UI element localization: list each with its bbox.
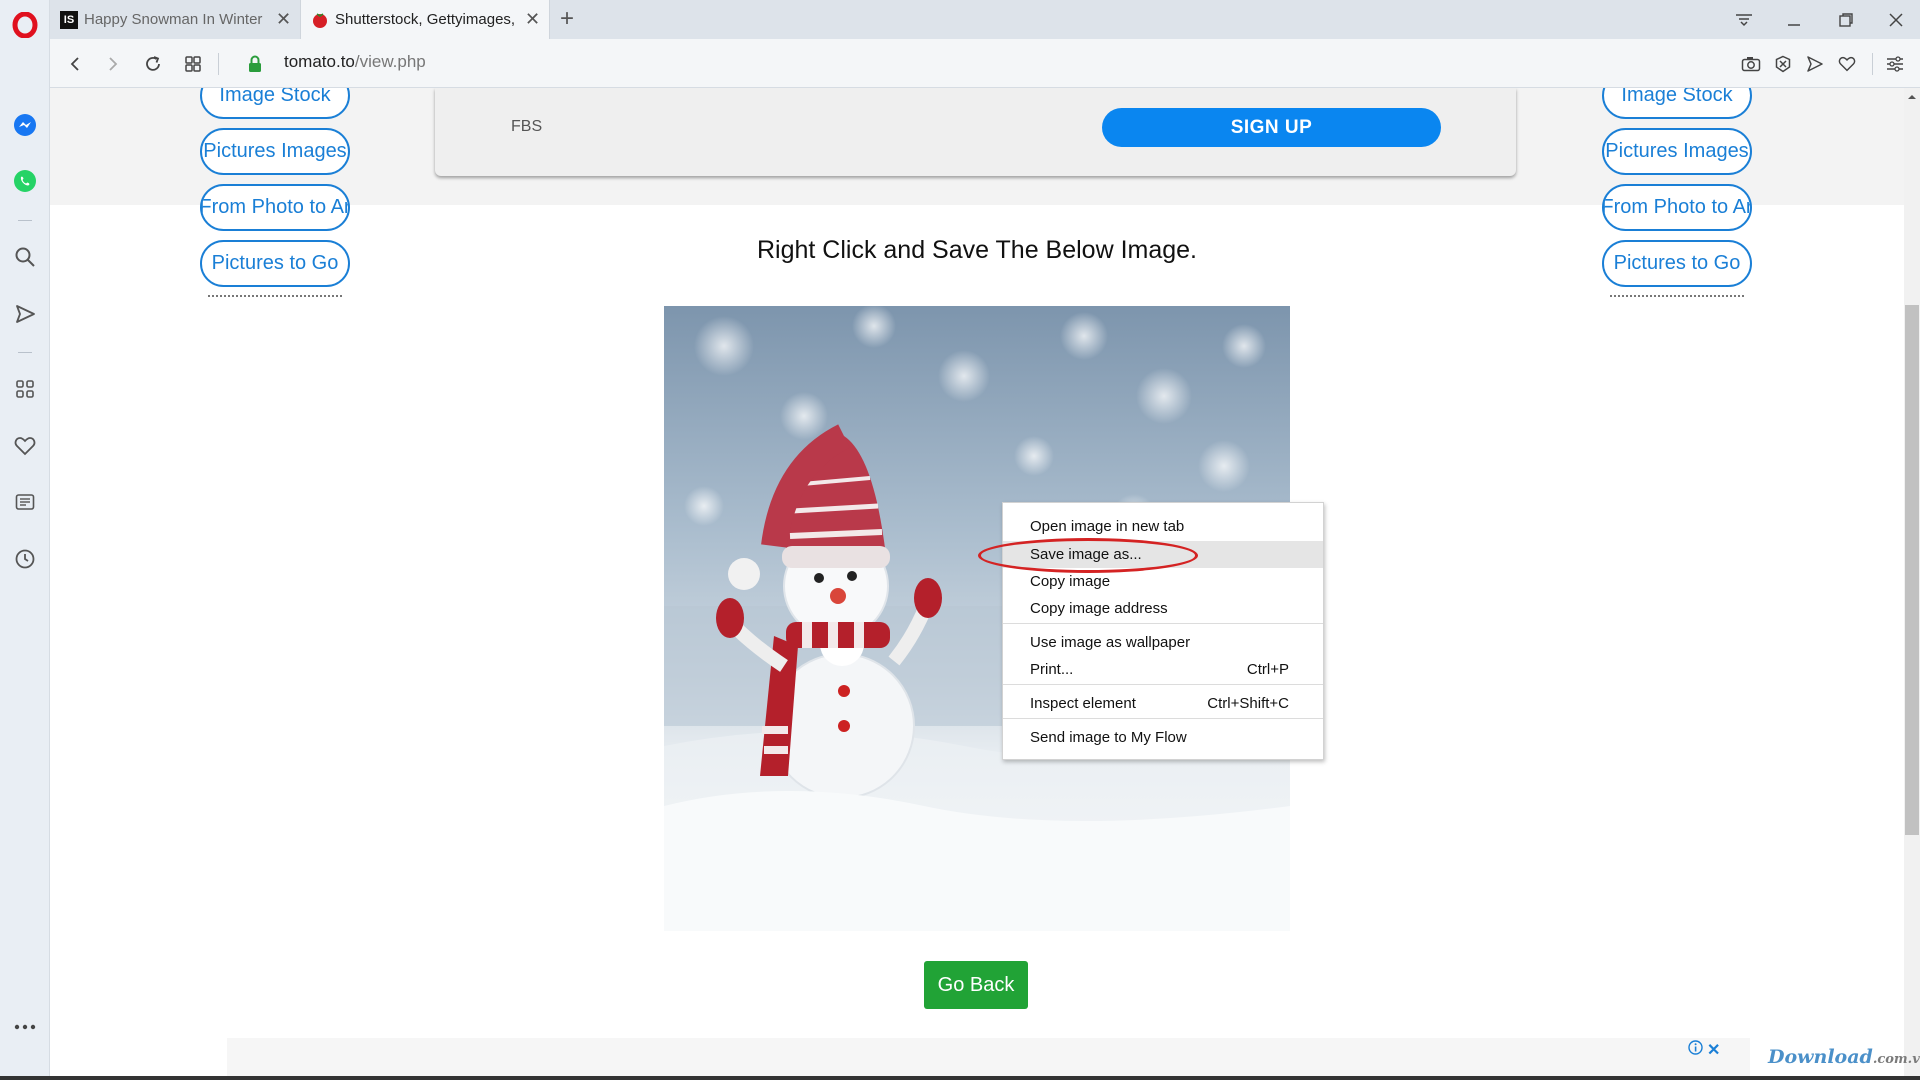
taskbar-edge xyxy=(0,1076,1920,1080)
url-path: /view.php xyxy=(354,52,426,71)
menu-item-copy-image[interactable]: Copy image xyxy=(1003,568,1323,595)
watermark-brand: Download xyxy=(1768,1046,1873,1068)
adblock-icon[interactable] xyxy=(1768,49,1798,79)
easy-setup-icon[interactable] xyxy=(1880,49,1910,79)
menu-item-label: Send image to My Flow xyxy=(1030,729,1187,746)
new-tab-button[interactable]: + xyxy=(552,4,582,34)
tab-happy-snowman[interactable]: IS Happy Snowman In Winter ✕ xyxy=(50,0,300,39)
watermark-suffix: .com.vn xyxy=(1872,1052,1920,1067)
pill-label: Pictures Images xyxy=(203,140,347,162)
sidebar-separator xyxy=(18,352,32,353)
news-icon[interactable] xyxy=(10,487,40,517)
menu-item-shortcut: Ctrl+Shift+C xyxy=(1207,695,1289,712)
sidebar-separator xyxy=(18,220,32,221)
forward-icon[interactable] xyxy=(98,49,128,79)
url-field[interactable]: tomato.to/view.php xyxy=(284,52,426,72)
close-icon[interactable]: ✕ xyxy=(525,9,540,30)
menu-item-label: Use image as wallpaper xyxy=(1030,634,1191,651)
menu-separator xyxy=(1003,623,1323,624)
right-link-from-photo-to-art[interactable]: From Photo to Ar xyxy=(1602,184,1752,231)
top-ad-card[interactable]: FBS SIGN UP xyxy=(435,88,1516,176)
menu-item-shortcut: Ctrl+P xyxy=(1246,661,1289,678)
bottom-ad-banner xyxy=(227,1038,1750,1080)
heart-icon[interactable] xyxy=(10,431,40,461)
menu-separator xyxy=(1003,718,1323,719)
close-icon[interactable]: ✕ xyxy=(276,9,291,30)
menu-item-use-as-wallpaper[interactable]: Use image as wallpaper xyxy=(1003,629,1323,656)
menu-item-label: Open image in new tab xyxy=(1030,518,1185,535)
istock-favicon-icon: IS xyxy=(60,10,78,29)
page-content: FBS SIGN UP Image Stock Pictures Images … xyxy=(50,88,1904,1080)
back-icon[interactable] xyxy=(60,49,90,79)
camera-icon[interactable] xyxy=(1736,49,1766,79)
tab-menu-icon[interactable] xyxy=(1720,0,1768,39)
go-back-button[interactable]: Go Back xyxy=(924,961,1028,1009)
scrollbar-thumb[interactable] xyxy=(1905,305,1919,835)
left-link-image-stock[interactable]: Image Stock xyxy=(200,88,350,119)
tomato-favicon-icon xyxy=(311,11,329,29)
menu-item-label: Copy image address xyxy=(1030,600,1168,617)
bookmark-heart-icon[interactable] xyxy=(1832,49,1862,79)
messenger-icon[interactable] xyxy=(10,110,40,140)
pill-label: From Photo to Ar xyxy=(200,196,350,218)
history-icon[interactable] xyxy=(10,544,40,574)
pill-label: From Photo to Ar xyxy=(1602,196,1752,218)
sign-up-button[interactable]: SIGN UP xyxy=(1102,108,1441,147)
grid-icon[interactable] xyxy=(10,374,40,404)
ad-sponsor: FBS xyxy=(511,118,543,135)
pill-label: Image Stock xyxy=(219,88,331,106)
right-link-pictures-images[interactable]: Pictures Images xyxy=(1602,128,1752,175)
menu-item-label: Copy image xyxy=(1030,573,1111,590)
download-watermark: Download.com.vn xyxy=(1768,1046,1920,1068)
ad-close-icon[interactable]: ✕ xyxy=(1707,1040,1720,1060)
address-bar: tomato.to/view.php xyxy=(50,39,1920,88)
toolbar-separator xyxy=(1872,53,1873,75)
tab-label: Shutterstock, Gettyimages, xyxy=(335,11,515,28)
menu-item-copy-image-address[interactable]: Copy image address xyxy=(1003,595,1323,622)
whatsapp-icon[interactable] xyxy=(10,166,40,196)
speed-dial-icon[interactable] xyxy=(178,49,208,79)
sidebar xyxy=(0,0,50,1080)
left-link-from-photo-to-art[interactable]: From Photo to Ar xyxy=(200,184,350,231)
left-menu-divider xyxy=(208,295,342,297)
send-icon[interactable] xyxy=(10,299,40,329)
menu-item-open-image-new-tab[interactable]: Open image in new tab xyxy=(1003,513,1323,540)
pill-label: Pictures Images xyxy=(1605,140,1749,162)
reload-icon[interactable] xyxy=(138,49,168,79)
menu-separator xyxy=(1003,684,1323,685)
menu-item-label: Print... xyxy=(1030,661,1074,678)
tab-strip: IS Happy Snowman In Winter ✕ Shutterstoc… xyxy=(50,0,1920,39)
more-icon[interactable] xyxy=(10,1012,40,1042)
ad-info-icon[interactable] xyxy=(1688,1040,1703,1060)
page-heading: Right Click and Save The Below Image. xyxy=(756,236,1198,264)
search-icon[interactable] xyxy=(10,242,40,272)
menu-item-label: Inspect element xyxy=(1030,695,1136,712)
restore-icon[interactable] xyxy=(1822,0,1870,39)
left-link-pictures-images[interactable]: Pictures Images xyxy=(200,128,350,175)
tab-label: Happy Snowman In Winter xyxy=(84,11,263,28)
pill-label: Image Stock xyxy=(1621,88,1733,106)
close-window-icon[interactable] xyxy=(1872,0,1920,39)
menu-item-send-to-my-flow[interactable]: Send image to My Flow xyxy=(1003,724,1323,751)
minimize-icon[interactable] xyxy=(1770,0,1818,39)
scroll-up-icon[interactable] xyxy=(1904,90,1920,104)
menu-item-inspect-element[interactable]: Inspect element Ctrl+Shift+C xyxy=(1003,690,1323,717)
flow-icon[interactable] xyxy=(1800,49,1830,79)
annotation-circle xyxy=(978,538,1198,573)
url-host: tomato.to xyxy=(284,52,355,71)
toolbar-separator xyxy=(218,53,219,75)
right-link-image-stock[interactable]: Image Stock xyxy=(1602,88,1752,119)
lock-icon[interactable] xyxy=(240,49,270,79)
tab-shutterstock[interactable]: Shutterstock, Gettyimages, ✕ xyxy=(300,0,550,39)
menu-item-print[interactable]: Print... Ctrl+P xyxy=(1003,656,1323,683)
ad-choices[interactable]: ✕ xyxy=(1688,1040,1720,1060)
opera-logo-icon[interactable] xyxy=(10,10,40,40)
right-menu-divider xyxy=(1610,295,1744,297)
